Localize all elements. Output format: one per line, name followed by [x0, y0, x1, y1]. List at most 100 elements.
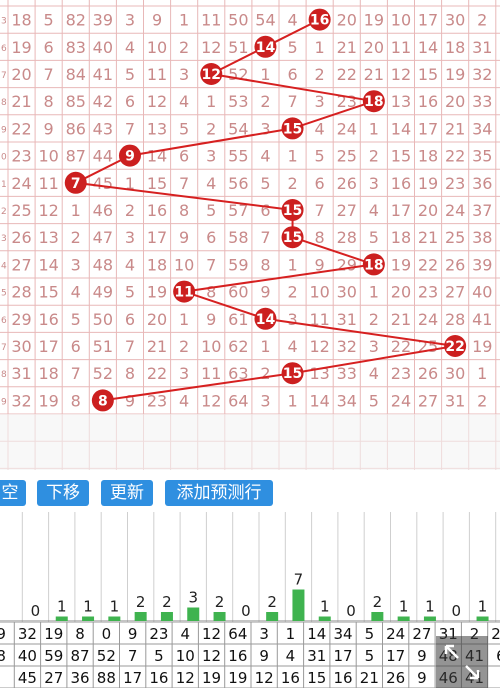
stats-cell: 16 — [149, 669, 168, 687]
grid-cell: 25 — [445, 228, 465, 247]
stats-cell: 27 — [44, 669, 63, 687]
grid-cell: 1 — [179, 310, 189, 329]
stats-cell: 9 — [417, 647, 427, 665]
grid-cell: 82 — [66, 11, 86, 30]
grid-cell: 11 — [201, 11, 221, 30]
stats-cell: 4 — [180, 625, 190, 643]
frequency-bar — [82, 616, 95, 621]
stats-cell: 4 — [286, 647, 296, 665]
grid-cell: 2 — [369, 147, 379, 166]
move-down-button[interactable]: 下移 — [37, 480, 89, 506]
grid-cell: 24 — [391, 391, 411, 410]
grid-cell: 5 — [369, 391, 379, 410]
stats-cell: 6 — [496, 647, 500, 665]
grid-cell: 18 — [391, 228, 411, 247]
drawn-number-label: 15 — [283, 203, 302, 219]
grid-cell: 9 — [260, 283, 270, 302]
clear-button[interactable]: 空 — [0, 480, 26, 506]
grid-cell: 44 — [93, 147, 113, 166]
grid-cell: 7 — [125, 119, 135, 138]
update-button[interactable]: 更新 — [101, 480, 153, 506]
grid-cell: 22 — [418, 255, 438, 274]
grid-cell: 87 — [66, 147, 86, 166]
grid-cell: 19 — [391, 255, 411, 274]
grid-cell: 20 — [391, 283, 411, 302]
grid-cell: 6 — [71, 337, 81, 356]
grid-cell: 2 — [315, 65, 325, 84]
grid-cell: 40 — [472, 283, 492, 302]
row-label: 3 — [1, 17, 7, 27]
row-label: 7 — [1, 343, 7, 353]
stats-cell: 3 — [259, 625, 269, 643]
stats-cell: 34 — [334, 625, 353, 643]
grid-cell: 8 — [260, 255, 270, 274]
grid-cell: 6 — [125, 310, 135, 329]
grid-cell: 19 — [38, 391, 58, 410]
grid-cell: 10 — [391, 11, 411, 30]
grid-cell: 18 — [445, 38, 465, 57]
grid-cell: 25 — [337, 147, 357, 166]
grid-cell: 11 — [147, 65, 167, 84]
grid-cell: 2 — [179, 38, 189, 57]
grid-cell: 17 — [38, 337, 58, 356]
grid-cell: 19 — [147, 283, 167, 302]
grid-cell: 24 — [445, 201, 465, 220]
grid-cell: 5 — [260, 174, 270, 193]
grid-cell: 27 — [11, 255, 31, 274]
grid-cell: 21 — [11, 92, 31, 111]
grid-cell: 9 — [179, 228, 189, 247]
grid-cell: 6 — [260, 201, 270, 220]
frequency-bar — [371, 612, 384, 621]
grid-cell: 7 — [125, 337, 135, 356]
frequency-bar-label: 2 — [373, 593, 383, 611]
grid-cell: 5 — [179, 119, 189, 138]
grid-cell: 34 — [337, 391, 357, 410]
row-label: 8 — [1, 98, 7, 108]
grid-cell: 50 — [93, 310, 113, 329]
grid-cell: 11 — [201, 364, 221, 383]
grid-cell: 46 — [93, 201, 113, 220]
stats-cell: 12 — [255, 669, 274, 687]
grid-cell: 3 — [369, 337, 379, 356]
grid-cell: 10 — [38, 147, 58, 166]
grid-cell: 3 — [71, 255, 81, 274]
grid-cell: 2 — [369, 310, 379, 329]
grid-cell: 83 — [66, 38, 86, 57]
grid-cell: 15 — [391, 147, 411, 166]
grid-cell: 7 — [315, 201, 325, 220]
frequency-bar — [108, 616, 121, 621]
frequency-bar — [397, 616, 410, 621]
grid-cell: 55 — [228, 147, 248, 166]
grid-cell: 26 — [445, 255, 465, 274]
stats-cell: 17 — [386, 647, 405, 665]
grid-cell: 23 — [391, 364, 411, 383]
grid-cell: 2 — [125, 201, 135, 220]
grid-cell: 32 — [337, 337, 357, 356]
grid-cell: 41 — [93, 65, 113, 84]
grid-cell: 6 — [44, 38, 54, 57]
grid-cell: 54 — [255, 11, 275, 30]
stats-cell: 8 — [75, 625, 85, 643]
row-label: 9 — [1, 125, 7, 135]
grid-cell: 17 — [418, 119, 438, 138]
grid-cell: 33 — [337, 364, 357, 383]
grid-cell: 3 — [125, 11, 135, 30]
grid-cell: 26 — [11, 228, 31, 247]
grid-cell: 43 — [93, 119, 113, 138]
grid-cell: 26 — [337, 174, 357, 193]
drawn-number-label: 15 — [283, 366, 302, 382]
add-prediction-row-button[interactable]: 添加预测行 — [165, 480, 273, 506]
grid-cell: 53 — [228, 92, 248, 111]
grid-cell: 21 — [364, 65, 384, 84]
grid-cell: 5 — [287, 38, 297, 57]
grid-cell: 12 — [147, 92, 167, 111]
grid-cell: 34 — [472, 119, 492, 138]
expand-icon[interactable] — [436, 636, 488, 688]
grid-cell: 41 — [472, 310, 492, 329]
grid-cell: 2 — [71, 228, 81, 247]
stats-cell: 14 — [307, 625, 326, 643]
frequency-bar-label: 1 — [320, 598, 330, 616]
grid-cell: 27 — [337, 201, 357, 220]
grid-cell: 51 — [228, 38, 248, 57]
grid-cell: 24 — [418, 310, 438, 329]
